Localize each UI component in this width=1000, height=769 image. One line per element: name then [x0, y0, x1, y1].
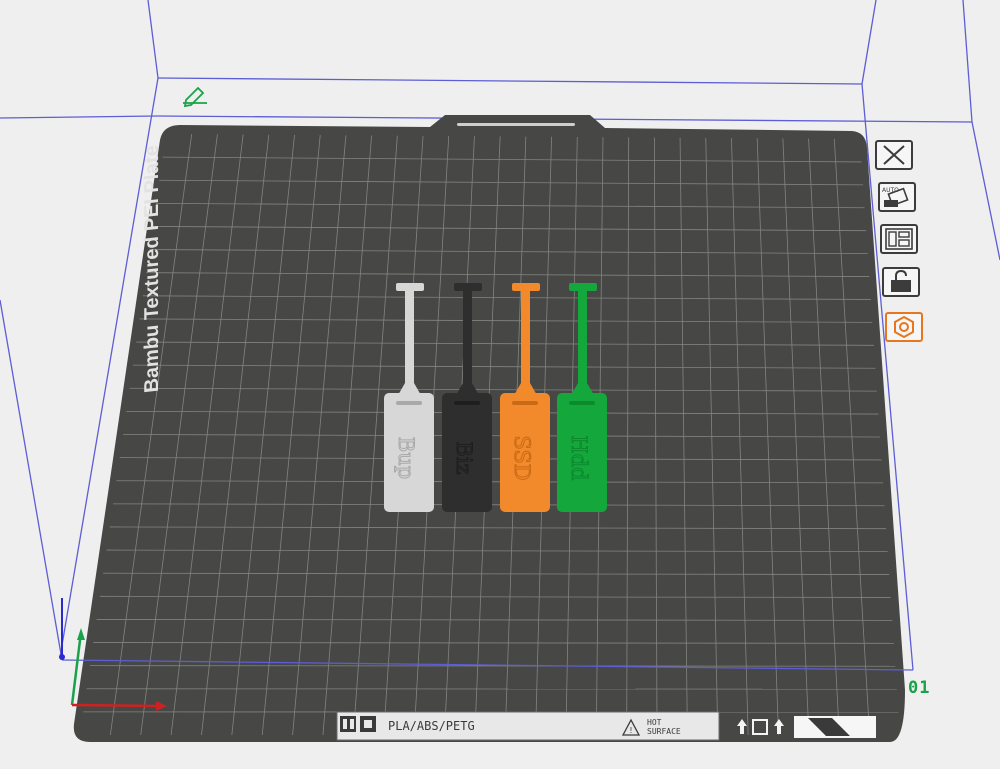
warning-line2: SURFACE: [647, 727, 681, 736]
bbox-line: [148, 0, 158, 78]
scene-canvas: Bambu Textured PEI Plate Bup Biz SSD Hdd PL…: [0, 0, 1000, 765]
x-icon: [877, 142, 911, 168]
pencil-edit-icon[interactable]: [183, 88, 207, 106]
materials-label: PLA/ABS/PETG: [388, 719, 475, 733]
model-label: SSD: [510, 435, 534, 480]
plate-settings-button[interactable]: [885, 312, 923, 342]
plate-name-label: Bambu Textured PEI Plate: [141, 144, 163, 394]
close-plate-button[interactable]: [875, 140, 913, 170]
plate-tab-handle: [457, 123, 575, 126]
origin-dot: [59, 654, 65, 660]
hexagon-gear-icon: [887, 314, 921, 340]
bbox-line: [0, 300, 62, 660]
arrange-icon: [882, 226, 916, 252]
warning-line1: HOT: [647, 718, 662, 727]
model-label: Biz: [452, 441, 476, 474]
model-label: Hdd: [567, 435, 591, 480]
bbox-line: [972, 122, 1000, 260]
plate-number[interactable]: 01: [908, 678, 930, 698]
model-label: Bup: [394, 437, 418, 479]
unlock-icon: [884, 269, 918, 295]
arrange-button[interactable]: [880, 224, 918, 254]
auto-orient-button[interactable]: AUTO: [878, 182, 916, 212]
lock-button[interactable]: [882, 267, 920, 297]
plate-label-strip: PLA/ABS/PETG ! HOT SURFACE: [337, 712, 876, 740]
svg-text:!: !: [629, 726, 632, 735]
x-axis: [72, 705, 160, 706]
y-axis-arrow: [77, 628, 85, 640]
auto-orient-icon: AUTO: [880, 184, 914, 210]
bbox-line: [0, 116, 158, 118]
bbox-line: [158, 78, 862, 84]
bbox-line: [963, 0, 972, 122]
3d-viewport[interactable]: Bambu Textured PEI Plate Bup Biz SSD Hdd PL…: [0, 0, 1000, 765]
bbox-line: [862, 0, 876, 84]
